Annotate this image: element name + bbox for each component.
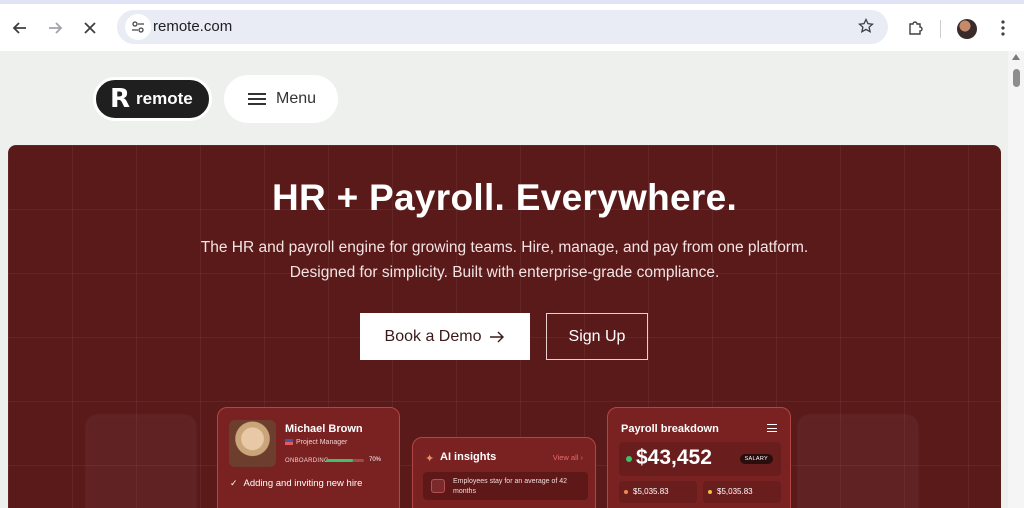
sign-up-label: Sign Up	[568, 327, 626, 345]
arrow-right-icon	[490, 331, 505, 342]
employee-role-text: Project Manager	[296, 439, 348, 446]
arrow-left-icon	[12, 22, 26, 34]
url-text: remote.com	[153, 18, 233, 35]
yellow-dot-icon	[708, 490, 712, 494]
payroll-amount: $43,452	[636, 446, 712, 469]
menu-button[interactable]: Menu	[224, 75, 338, 123]
onboarding-task-text: Adding and inviting new hire	[243, 478, 363, 489]
scroll-up-arrow-icon[interactable]	[1012, 54, 1020, 60]
salary-badge: SALARY	[739, 454, 773, 464]
payroll-total-box: $43,452 SALARY	[619, 442, 781, 476]
checkmark-icon: ✓	[230, 478, 238, 488]
close-icon	[84, 22, 96, 34]
ai-insight-item[interactable]: Employees stay for an average of 42 mont…	[423, 472, 588, 500]
payroll-sub-value: $5,035.83	[633, 487, 669, 496]
browser-toolbar: remote.com	[0, 0, 1024, 51]
onboarding-progress-bar	[326, 459, 364, 462]
orange-dot-icon	[624, 490, 628, 494]
forward-button[interactable]	[41, 14, 69, 42]
arrow-right-icon	[49, 22, 63, 34]
onboarding-progress-fill	[326, 459, 353, 462]
payroll-sub-item: $5,035.83	[619, 481, 697, 503]
hero-title: HR + Payroll. Everywhere.	[271, 177, 738, 218]
sparkle-icon: ✦	[425, 453, 435, 465]
ghost-card-right	[798, 415, 918, 508]
bookmark-star-icon[interactable]	[857, 17, 875, 39]
ai-insight-text: Employees stay for an average of 42 mont…	[453, 478, 568, 495]
profile-avatar[interactable]	[957, 19, 977, 39]
payroll-breakdown-card: Payroll breakdown $43,452 SALARY $5,035.…	[607, 407, 791, 508]
remote-logo-mark-icon: R	[110, 84, 131, 114]
view-all-link[interactable]: View all ›	[553, 453, 583, 462]
payroll-sub-item: $5,035.83	[703, 481, 781, 503]
extensions-button[interactable]	[901, 14, 929, 42]
sign-up-button[interactable]: Sign Up	[546, 313, 648, 360]
payroll-sub-value: $5,035.83	[717, 487, 753, 496]
hero-subtitle-line: The HR and payroll engine for growing te…	[200, 239, 809, 256]
hamburger-icon	[248, 93, 266, 105]
ai-insights-card: ✦ AI insights View all › Employees stay …	[412, 437, 596, 508]
view-all-label: View all	[552, 453, 579, 462]
hero-subtitle: The HR and payroll engine for growing te…	[8, 235, 1001, 285]
puzzle-icon	[909, 21, 923, 35]
book-demo-label: Book a Demo	[384, 327, 482, 345]
employee-role: Project Manager	[285, 439, 347, 446]
address-bar[interactable]: remote.com	[117, 10, 888, 44]
stop-button[interactable]	[76, 14, 104, 42]
back-button[interactable]	[6, 14, 34, 42]
scrollbar-thumb[interactable]	[1013, 69, 1020, 87]
toolbar-divider	[940, 20, 941, 38]
ghost-card-left	[86, 415, 196, 508]
onboarding-percent: 70%	[369, 457, 382, 463]
payroll-title: Payroll breakdown	[621, 423, 719, 435]
browser-menu-button[interactable]	[989, 14, 1017, 42]
employee-photo	[229, 420, 276, 467]
us-flag-icon	[285, 439, 293, 446]
employee-name: Michael Brown	[285, 423, 363, 435]
chart-icon	[431, 479, 445, 493]
hero-subtitle-line: Designed for simplicity. Built with ente…	[289, 264, 720, 281]
hamburger-icon[interactable]	[767, 424, 777, 432]
ai-insights-title: AI insights	[440, 451, 497, 463]
kebab-menu-icon	[1001, 20, 1005, 36]
page-scrollbar[interactable]	[1008, 51, 1024, 508]
status-dot	[626, 456, 632, 462]
onboarding-label: ONBOARDING	[285, 458, 330, 464]
site-settings-icon[interactable]	[125, 14, 151, 40]
hero-section: HR + Payroll. Everywhere. The HR and pay…	[8, 145, 1001, 508]
remote-logo[interactable]: R remote	[93, 77, 212, 121]
menu-label: Menu	[276, 90, 317, 107]
logo-text: remote	[136, 89, 193, 108]
onboarding-task: ✓ Adding and inviting new hire	[230, 478, 362, 489]
book-demo-button[interactable]: Book a Demo	[360, 313, 530, 360]
employee-profile-card: Michael Brown Project Manager ONBOARDING…	[217, 407, 400, 508]
